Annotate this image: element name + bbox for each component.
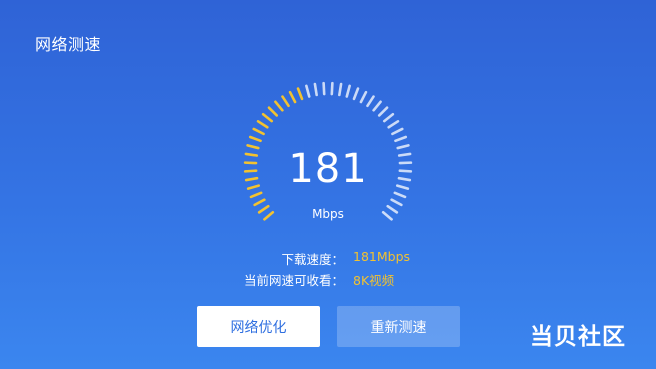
gauge-tick [322,81,326,96]
gauge-tick [338,82,343,97]
gauge-tick [248,135,262,143]
gauge-tick [387,120,400,129]
gauge-tick [253,198,266,207]
gauge-tick [305,84,311,98]
gauge-tick [345,84,351,98]
gauge-tick [391,127,404,136]
gauge-tick [394,135,408,143]
gauge-tick [274,100,284,112]
download-speed-value: 181Mbps [353,249,411,264]
gauge-tick [267,106,279,117]
gauge-tick [261,112,274,123]
gauge-tick [252,127,265,136]
gauge-tick [256,120,269,129]
network-optimize-button[interactable]: 网络优化 [197,306,320,347]
gauge-tick [382,112,395,123]
gauge-tick [330,81,334,96]
speed-gauge: 181 Mbps [228,68,428,238]
brand-logo: 当贝社区 [530,324,626,350]
gauge-tick [393,191,407,199]
gauge-tick [281,95,290,108]
speed-unit: Mbps [312,207,344,221]
gauge-tick [296,87,304,101]
gauge-tick [313,82,318,97]
gauge-tick [377,106,389,117]
gauge-tick [359,90,368,104]
page-title: 网络测速 [35,35,102,54]
download-speed-label: 下载速度： [281,252,344,267]
speed-value: 181 [288,146,368,192]
retest-button[interactable]: 重新测速 [337,306,460,347]
gauge-tick [366,95,375,108]
video-quality-value: 8K视频 [353,273,395,288]
gauge-tick [249,191,263,199]
gauge-tick [288,90,297,104]
gauge-tick [390,198,403,207]
gauge-tick [352,87,360,101]
gauge-tick [372,100,382,112]
video-quality-label: 当前网速可收看： [243,273,344,288]
